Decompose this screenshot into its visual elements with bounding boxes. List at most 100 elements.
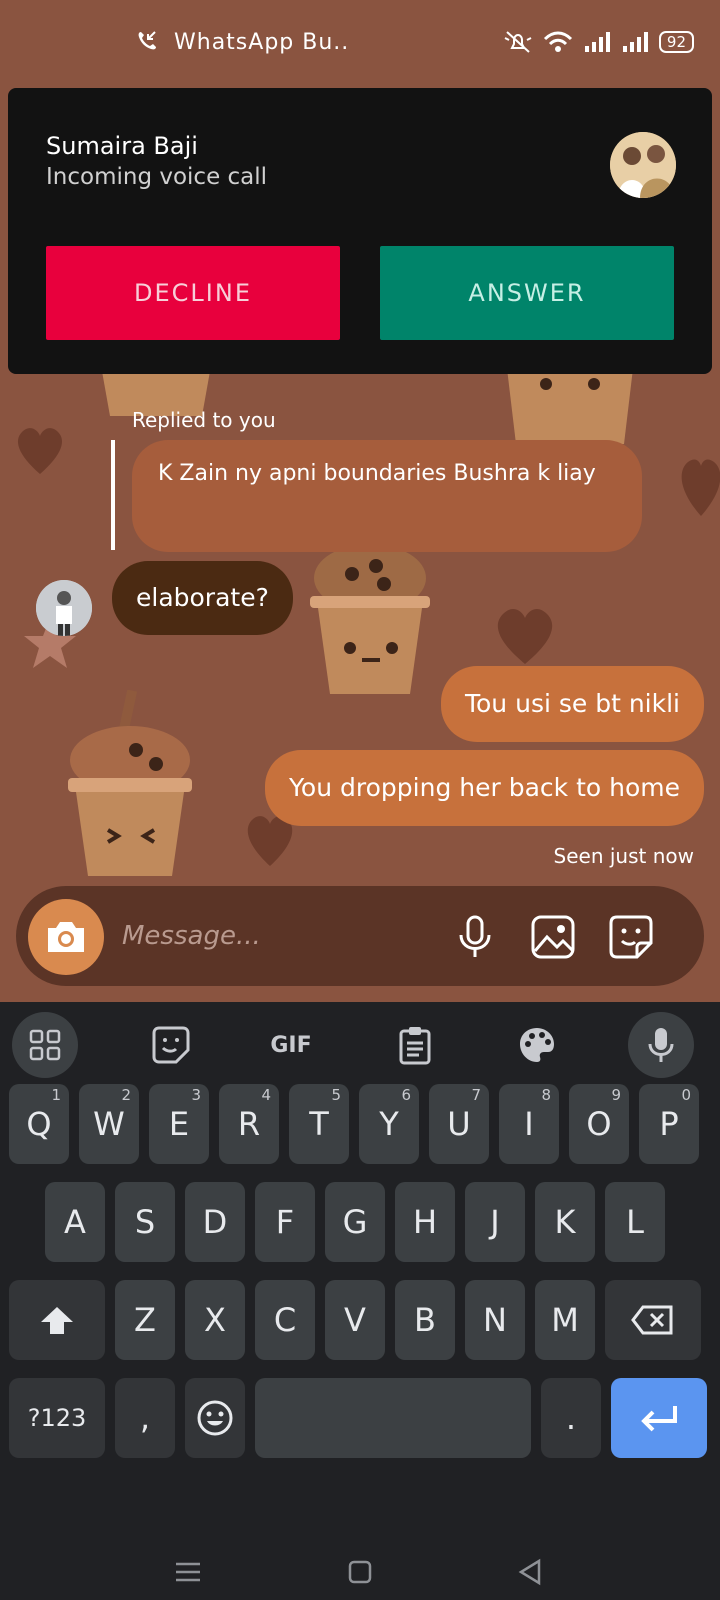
answer-button[interactable]: ANSWER [380, 246, 674, 340]
key[interactable]: D [185, 1182, 245, 1262]
key[interactable]: I8 [499, 1084, 559, 1164]
seen-status: Seen just now [553, 844, 694, 868]
period-key[interactable]: . [541, 1378, 601, 1458]
key-hint: 7 [471, 1086, 481, 1104]
boba-cup-decoration [310, 544, 430, 694]
decline-button[interactable]: DECLINE [46, 246, 340, 340]
signal-icon [584, 32, 610, 52]
gallery-button[interactable] [530, 914, 576, 960]
enter-icon [641, 1406, 677, 1432]
backspace-icon [631, 1305, 673, 1335]
sender-avatar[interactable] [36, 580, 92, 636]
key[interactable]: J [465, 1182, 525, 1262]
key[interactable]: V [325, 1280, 385, 1360]
keyboard-toolbar: GIF [0, 1002, 720, 1084]
home-button[interactable] [342, 1554, 378, 1590]
key-hint: 1 [51, 1086, 61, 1104]
key[interactable]: U7 [429, 1084, 489, 1164]
recents-button[interactable] [170, 1554, 206, 1590]
navigation-bar [0, 1542, 720, 1600]
key[interactable]: Q1 [9, 1084, 69, 1164]
incoming-message[interactable]: elaborate? [112, 561, 293, 635]
sticker-icon [152, 1026, 190, 1064]
key-label: Q [26, 1105, 52, 1143]
outgoing-message[interactable]: Tou usi se bt nikli [440, 666, 704, 742]
back-button[interactable] [512, 1554, 548, 1590]
clipboard-button[interactable] [382, 1012, 448, 1078]
key-hint: 3 [191, 1086, 201, 1104]
quoted-message[interactable]: K Zain ny apni boundaries Bushra k liay [132, 440, 642, 552]
message-input[interactable] [122, 916, 442, 956]
key-hint: 4 [261, 1086, 271, 1104]
key[interactable]: S [115, 1182, 175, 1262]
key-hint: 9 [611, 1086, 621, 1104]
voice-message-button[interactable] [452, 914, 498, 960]
key[interactable]: R4 [219, 1084, 279, 1164]
palette-icon [520, 1028, 554, 1062]
key-label: T [309, 1105, 329, 1143]
message-composer [16, 886, 704, 986]
key[interactable]: C [255, 1280, 315, 1360]
mute-icon [504, 31, 532, 53]
sticker-toolbar-button[interactable] [138, 1012, 204, 1078]
key[interactable]: W2 [79, 1084, 139, 1164]
heart-decoration [17, 428, 63, 474]
key[interactable]: Z [115, 1280, 175, 1360]
home-icon [348, 1560, 372, 1584]
microphone-icon [459, 915, 491, 957]
key[interactable]: K [535, 1182, 595, 1262]
clipboard-icon [399, 1027, 431, 1065]
incoming-call-icon [136, 30, 158, 56]
status-icons: 92 [503, 30, 694, 54]
shift-key[interactable] [9, 1280, 105, 1360]
key-hint: 6 [401, 1086, 411, 1104]
key-label: W [93, 1105, 125, 1143]
key[interactable]: X [185, 1280, 245, 1360]
outgoing-message[interactable]: You dropping her back to home [264, 750, 704, 826]
signal-icon [622, 32, 648, 52]
voice-input-button[interactable] [628, 1012, 694, 1078]
keyboard: GIF Q1 W2 E3 R4 T5 Y6 U7 I8 O9 P0 A S D … [0, 1002, 720, 1600]
enter-key[interactable] [611, 1378, 707, 1458]
heart-decoration [681, 459, 720, 516]
key[interactable]: N [465, 1280, 525, 1360]
key[interactable]: A [45, 1182, 105, 1262]
key[interactable]: F [255, 1182, 315, 1262]
microphone-icon [648, 1028, 674, 1062]
emoji-key[interactable] [185, 1378, 245, 1458]
emoji-icon [197, 1400, 233, 1436]
gif-button[interactable]: GIF [258, 1012, 324, 1078]
heart-decoration [497, 609, 553, 664]
sticker-button[interactable] [608, 914, 654, 960]
apps-grid-button[interactable] [12, 1012, 78, 1078]
key[interactable]: O9 [569, 1084, 629, 1164]
status-app-title: WhatsApp Bu.. [174, 30, 350, 55]
camera-icon [48, 922, 84, 952]
backspace-key[interactable] [605, 1280, 701, 1360]
key-label: U [447, 1105, 471, 1143]
key[interactable]: P0 [639, 1084, 699, 1164]
space-key[interactable] [255, 1378, 531, 1458]
comma-key[interactable]: , [115, 1378, 175, 1458]
theme-button[interactable] [504, 1012, 570, 1078]
key-label: O [586, 1105, 612, 1143]
key[interactable]: T5 [289, 1084, 349, 1164]
menu-icon [176, 1562, 200, 1582]
key[interactable]: L [605, 1182, 665, 1262]
key[interactable]: B [395, 1280, 455, 1360]
reply-indicator [111, 440, 115, 550]
key[interactable]: M [535, 1280, 595, 1360]
key[interactable]: Y6 [359, 1084, 419, 1164]
symbols-key[interactable]: ?123 [9, 1378, 105, 1458]
incoming-call-notification[interactable]: Sumaira Baji Incoming voice call DECLINE… [8, 88, 712, 374]
key[interactable]: G [325, 1182, 385, 1262]
key-label: I [524, 1105, 534, 1143]
grid-icon [29, 1029, 61, 1061]
key[interactable]: E3 [149, 1084, 209, 1164]
camera-button[interactable] [28, 899, 104, 975]
key[interactable]: H [395, 1182, 455, 1262]
call-status: Incoming voice call [46, 164, 268, 190]
battery-indicator: 92 [658, 31, 694, 53]
key-hint: 5 [331, 1086, 341, 1104]
sticker-icon [609, 915, 653, 959]
